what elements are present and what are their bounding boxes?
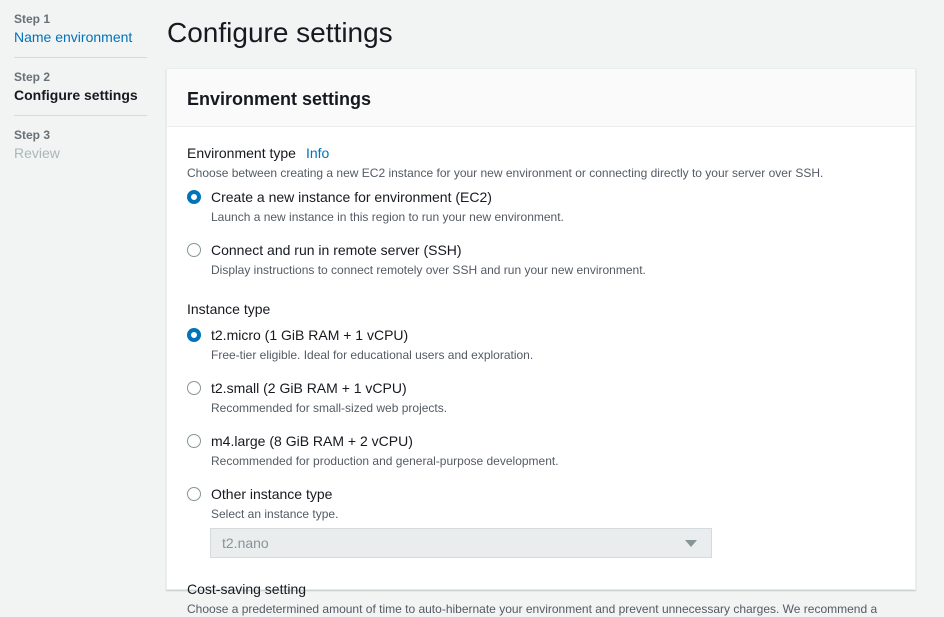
radio-option-other[interactable]: Other instance type Select an instance t…	[187, 484, 895, 522]
radio-label: Other instance type	[211, 486, 333, 502]
step-2: Step 2 Configure settings	[14, 69, 147, 116]
select-value: t2.nano	[222, 535, 269, 551]
radio-description: Select an instance type.	[211, 507, 339, 521]
step-link-name-environment[interactable]: Name environment	[14, 27, 147, 47]
caret-down-icon	[685, 539, 697, 547]
radio-description: Recommended for production and general-p…	[211, 454, 559, 468]
radio-button[interactable]	[187, 243, 201, 257]
radio-button[interactable]	[187, 381, 201, 395]
radio-option-m4-large[interactable]: m4.large (8 GiB RAM + 2 vCPU) Recommende…	[187, 431, 895, 469]
radio-description: Display instructions to connect remotely…	[211, 263, 646, 277]
radio-button-selected[interactable]	[187, 328, 201, 342]
instance-type-select-disabled: t2.nano	[210, 528, 712, 558]
radio-button-selected[interactable]	[187, 190, 201, 204]
step-number: Step 2	[14, 70, 51, 84]
panel-header: Environment settings	[167, 69, 915, 127]
environment-type-label: Environment type Info	[187, 143, 895, 163]
radio-button[interactable]	[187, 487, 201, 501]
step-1: Step 1 Name environment	[14, 11, 147, 58]
step-number: Step 3	[14, 128, 51, 142]
radio-description: Free-tier eligible. Ideal for educationa…	[211, 348, 534, 362]
radio-option-t2-micro[interactable]: t2.micro (1 GiB RAM + 1 vCPU) Free-tier …	[187, 325, 895, 363]
info-link[interactable]: Info	[306, 145, 329, 161]
step-review-disabled: Review	[14, 145, 60, 161]
step-current-configure-settings: Configure settings	[14, 87, 138, 103]
instance-type-label: Instance type	[187, 301, 271, 317]
panel-title: Environment settings	[187, 89, 372, 109]
page-title: Configure settings	[167, 17, 393, 48]
radio-option-t2-small[interactable]: t2.small (2 GiB RAM + 1 vCPU) Recommende…	[187, 378, 895, 416]
radio-option-ssh[interactable]: Connect and run in remote server (SSH) D…	[187, 240, 895, 278]
radio-option-ec2[interactable]: Create a new instance for environment (E…	[187, 187, 895, 225]
radio-label: t2.micro (1 GiB RAM + 1 vCPU)	[211, 327, 409, 343]
radio-label: Connect and run in remote server (SSH)	[211, 242, 462, 258]
step-3: Step 3 Review	[14, 127, 147, 173]
cost-saving-description: Choose a predetermined amount of time to…	[187, 602, 878, 616]
panel-body: Environment type Info Choose between crea…	[167, 127, 915, 617]
radio-description: Recommended for small-sized web projects…	[211, 401, 448, 415]
radio-label: Create a new instance for environment (E…	[211, 189, 492, 205]
radio-description: Launch a new instance in this region to …	[211, 210, 564, 224]
cost-saving-label: Cost-saving setting	[187, 581, 307, 597]
environment-type-label-text: Environment type	[187, 145, 296, 161]
radio-label: t2.small (2 GiB RAM + 1 vCPU)	[211, 380, 407, 396]
step-number: Step 1	[14, 12, 51, 26]
radio-button[interactable]	[187, 434, 201, 448]
environment-type-description: Choose between creating a new EC2 instan…	[187, 166, 824, 180]
wizard-steps: Step 1 Name environment Step 2 Configure…	[14, 11, 147, 184]
environment-settings-panel: Environment settings Environment type Inf…	[166, 68, 916, 616]
radio-label: m4.large (8 GiB RAM + 2 vCPU)	[211, 433, 413, 449]
